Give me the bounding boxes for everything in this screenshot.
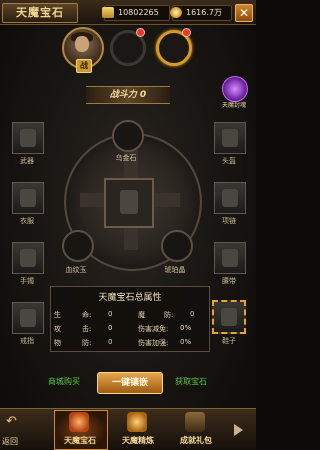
tab-demon-refine[interactable]: 天魔精炼 — [114, 412, 162, 446]
equip-label-necklace: 项链 — [222, 217, 236, 225]
attr-dmg-boost-label: 伤害加强: — [138, 339, 169, 347]
back-arrow-icon[interactable]: ↶ — [6, 415, 26, 429]
equip-slot-helmet[interactable] — [214, 122, 246, 154]
gold-ingot-icon — [102, 7, 114, 18]
attr-atk-label: 攻 — [54, 325, 61, 333]
equip-slot-bracelet[interactable] — [12, 242, 44, 274]
attr-dmg-boost-value: 0% — [180, 338, 192, 346]
equip-label-boots: 鞋子 — [222, 337, 236, 345]
back-button[interactable]: 返回 — [2, 436, 42, 447]
equip-label-belt: 腰带 — [222, 277, 236, 285]
hero-face — [75, 36, 89, 52]
necklace-icon — [222, 189, 238, 207]
demon-seal-icon[interactable] — [222, 76, 248, 102]
gem-slot-top[interactable] — [112, 120, 144, 152]
notification-dot-icon — [136, 28, 145, 37]
attr-hp-value: 0 — [108, 310, 113, 318]
red-gem-icon — [69, 412, 89, 432]
combat-power-text: 战斗力 0 — [109, 90, 147, 100]
close-button[interactable]: ✕ — [235, 4, 253, 22]
attr-mdef-suffix: 防: — [164, 311, 174, 319]
attr-atk-suffix: 击: — [82, 325, 92, 333]
belt-icon — [222, 249, 238, 267]
page-title: 天魔宝石 — [16, 6, 64, 19]
gem-slot-right[interactable] — [161, 230, 193, 262]
gem-label-top: 乌金石 — [115, 154, 137, 162]
attr-pdef-label: 物 — [54, 339, 61, 347]
tab-demon-gem[interactable]: 天魔宝石 — [56, 412, 104, 446]
coin-icon — [170, 7, 182, 18]
hero-avatar[interactable]: 战 — [62, 27, 104, 73]
weapon-icon — [20, 129, 36, 147]
attr-dmg-reduce-label: 伤害减免: — [138, 325, 169, 333]
ring-icon — [20, 309, 36, 327]
equip-slot-belt[interactable] — [214, 242, 246, 274]
attr-hp-label: 生 — [54, 311, 61, 319]
gold-counter: 10802265 — [102, 5, 170, 21]
attr-dmg-reduce-value: 0% — [180, 324, 192, 332]
helmet-icon — [222, 129, 238, 147]
tab-demon-gem-label: 天魔宝石 — [64, 436, 96, 445]
yuanbao-counter: 1616.7万 — [170, 5, 232, 21]
gem-slot-left[interactable] — [62, 230, 94, 262]
equip-label-weapon: 武器 — [20, 157, 34, 165]
equip-slot-weapon[interactable] — [12, 122, 44, 154]
attributes-title: 天魔宝石总属性 — [98, 293, 162, 303]
combat-power-bar: 战斗力 0 — [86, 86, 170, 104]
boots-icon — [221, 308, 237, 326]
selected-equipment-display — [104, 178, 154, 228]
yuanbao-value: 1616.7万 — [186, 8, 222, 17]
shop-purchase-link[interactable]: 商城购买 — [48, 376, 80, 387]
gem-label-right: 琥珀晶 — [164, 266, 186, 274]
tab-achievement-gift-label: 成就礼包 — [180, 436, 212, 445]
equip-slot-necklace[interactable] — [214, 182, 246, 214]
bracelet-icon — [20, 249, 36, 267]
scroll-right-icon[interactable] — [234, 424, 243, 436]
equip-slot-ring[interactable] — [12, 302, 44, 334]
one-click-inlay-button[interactable]: 一键镶嵌 — [97, 372, 163, 394]
boots-icon — [120, 190, 138, 214]
hero-badge: 战 — [76, 59, 92, 73]
attr-pdef-suffix: 防: — [82, 339, 92, 347]
gift-box-icon — [185, 412, 205, 432]
equip-slot-armor[interactable] — [12, 182, 44, 214]
gold-value: 10802265 — [118, 8, 159, 17]
equip-label-bracelet: 手镯 — [20, 277, 34, 285]
attr-hp-suffix: 命: — [82, 311, 92, 319]
attr-mdef-value: 0 — [190, 310, 195, 318]
game-screen: 天魔宝石 10802265 1616.7万 ✕ 战 天魔封魂 战斗力 0 武器 … — [0, 0, 256, 450]
demon-seal-label: 天魔封魂 — [221, 102, 246, 109]
equip-label-ring: 戒指 — [20, 337, 34, 345]
attr-pdef-value: 0 — [108, 338, 113, 346]
title-plate: 天魔宝石 — [2, 3, 78, 23]
attr-atk-value: 0 — [108, 324, 113, 332]
equip-label-helmet: 头盔 — [222, 157, 236, 165]
attr-mdef-label: 魔 — [138, 311, 145, 319]
obtain-gem-link[interactable]: 获取宝石 — [175, 376, 207, 387]
equip-label-armor: 衣服 — [20, 217, 34, 225]
gem-label-left: 血纹玉 — [65, 266, 87, 274]
orange-gem-icon — [127, 412, 147, 432]
notification-dot-icon — [182, 28, 191, 37]
equip-slot-boots[interactable] — [212, 300, 246, 334]
armor-icon — [20, 189, 36, 207]
tab-achievement-gift[interactable]: 成就礼包 — [172, 412, 220, 446]
tab-demon-refine-label: 天魔精炼 — [122, 436, 154, 445]
